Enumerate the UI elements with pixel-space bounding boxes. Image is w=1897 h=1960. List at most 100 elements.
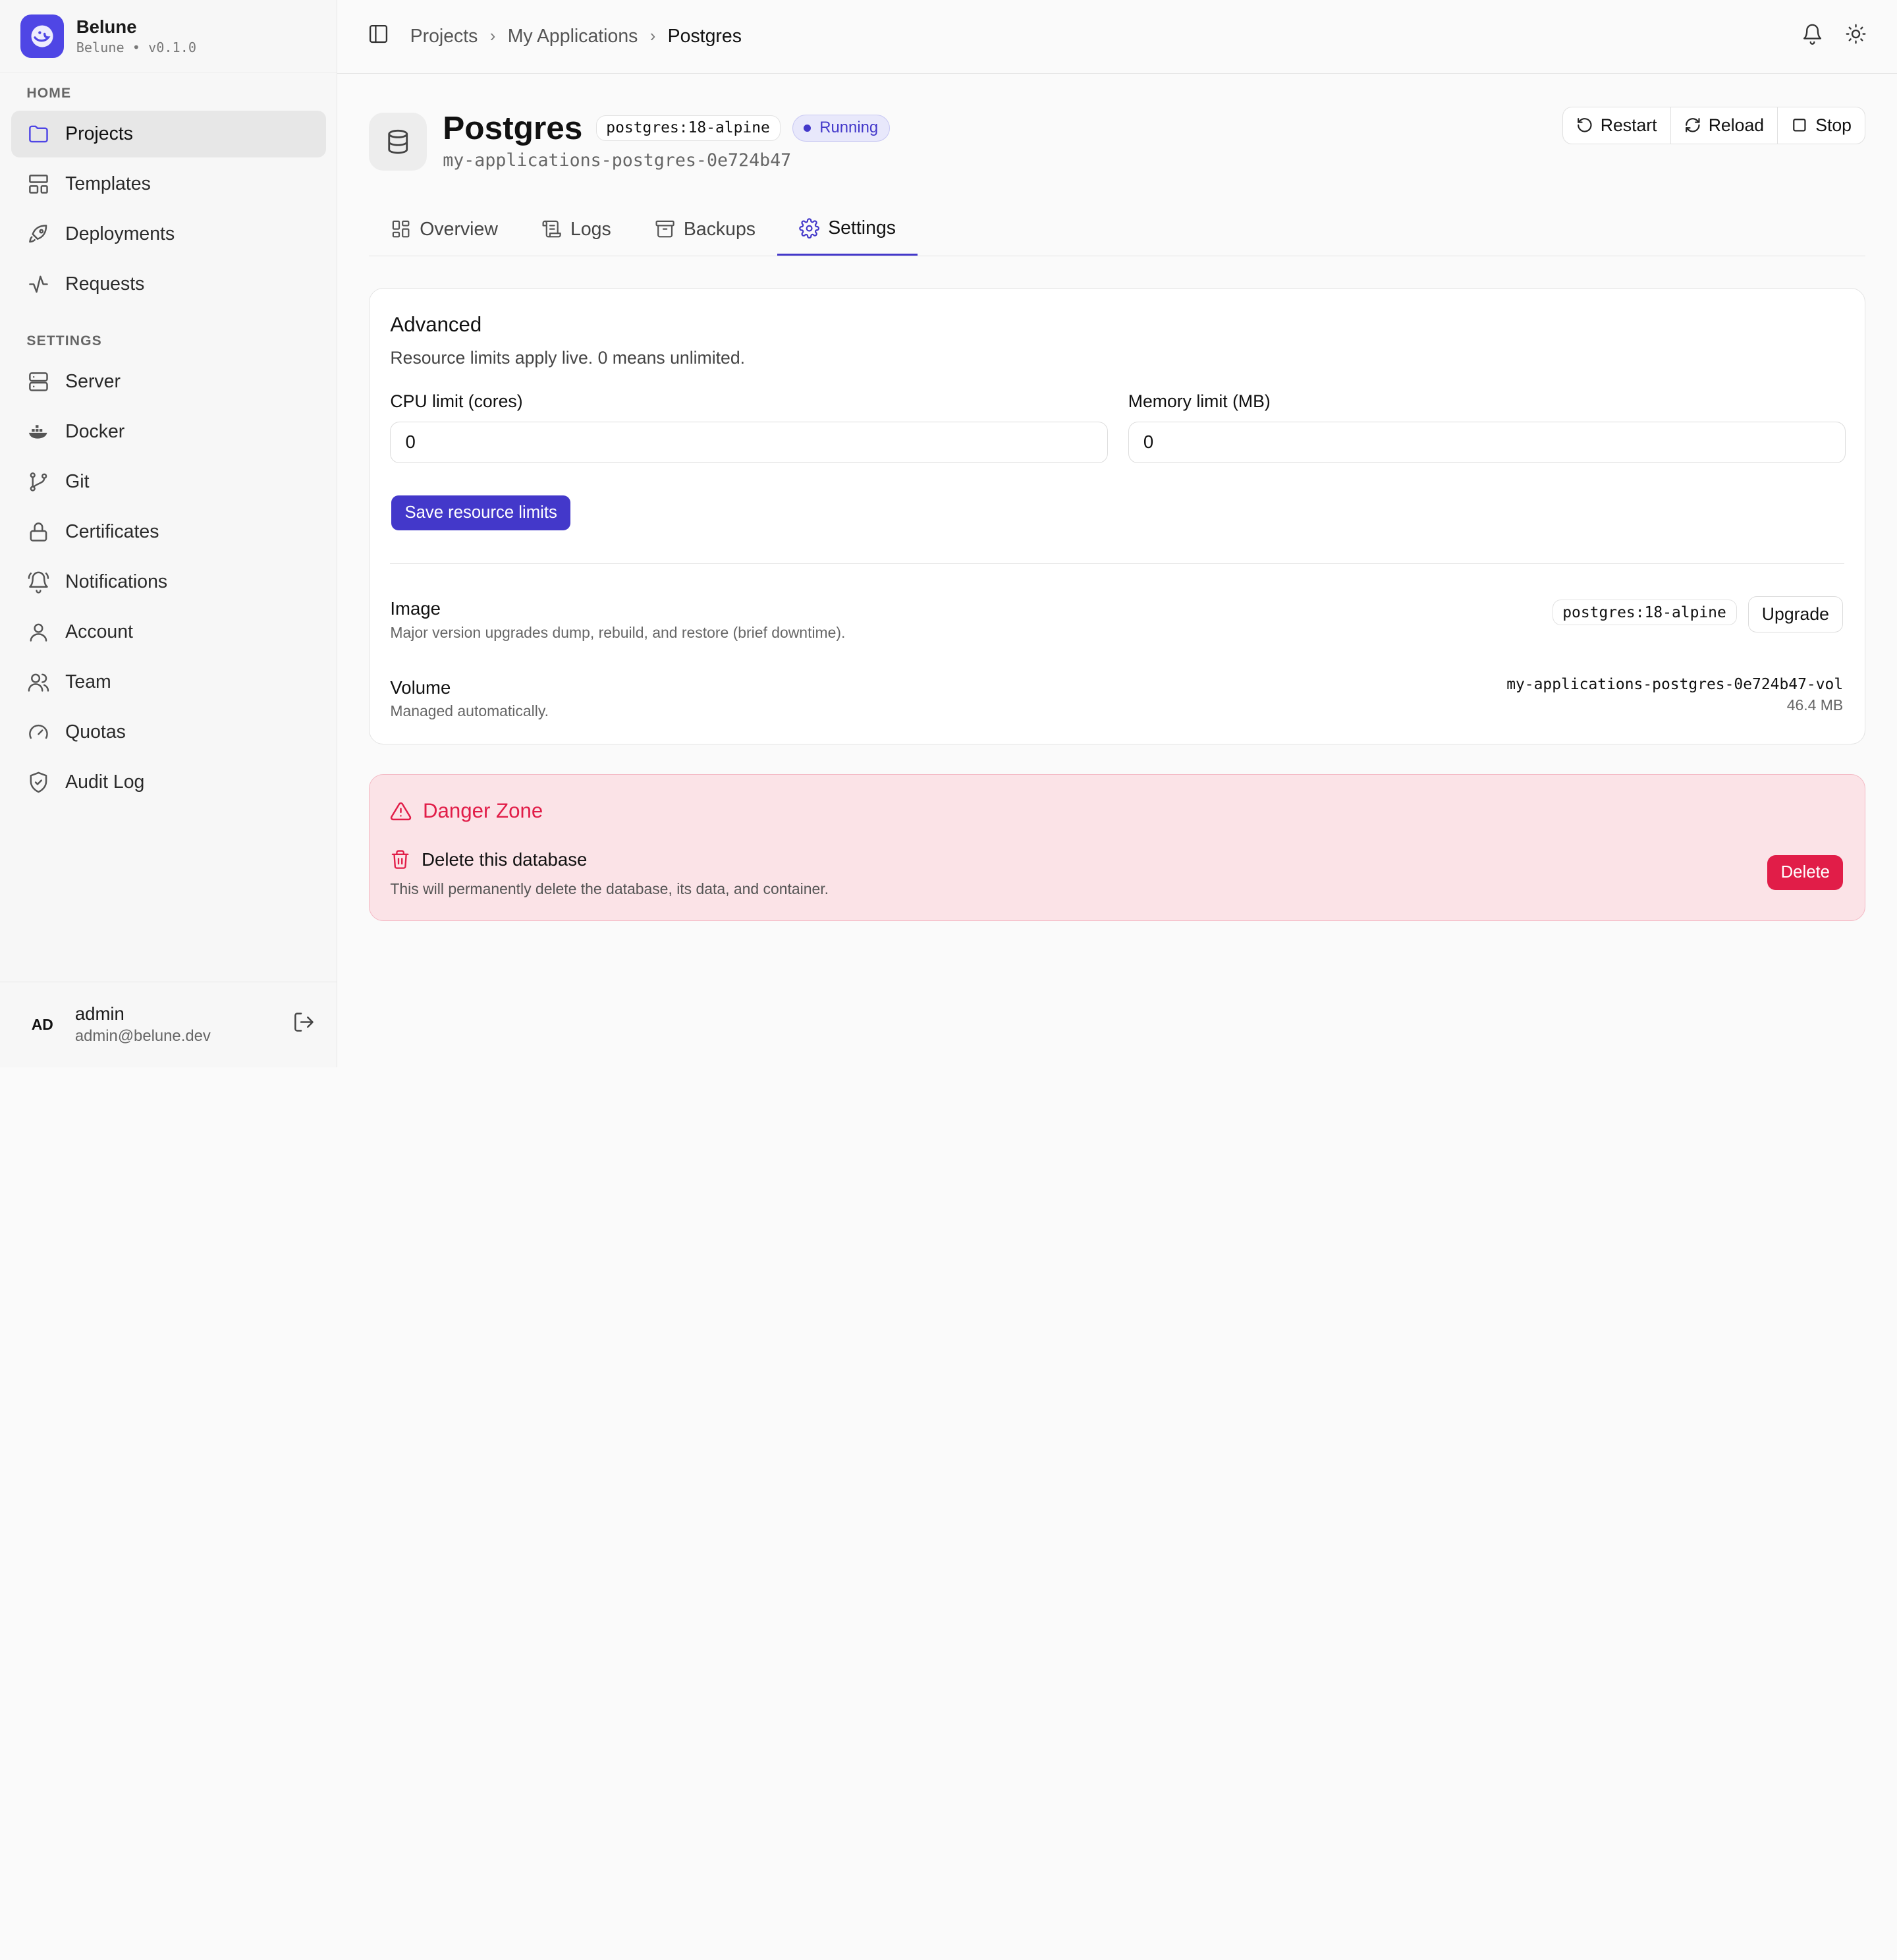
action-group: Restart Reload Stop <box>1562 106 1866 144</box>
sidebar-item-label: Git <box>65 470 90 492</box>
cpu-limit-input[interactable]: 0 <box>390 422 1108 463</box>
advanced-title: Advanced <box>390 312 482 336</box>
user-email: admin@belune.dev <box>74 1027 211 1046</box>
sidebar-toggle-icon[interactable] <box>368 23 389 50</box>
breadcrumb-my-applications[interactable]: My Applications <box>508 26 638 47</box>
status-text: Running <box>819 119 879 137</box>
rocket-icon <box>26 222 51 246</box>
service-slug: my-applications-postgres-0e724b47 <box>443 150 792 171</box>
chevron-right-icon: › <box>489 27 496 46</box>
layout-template-icon <box>26 172 51 196</box>
topbar: Projects › My Applications › Postgres <box>337 0 1897 74</box>
delete-button[interactable]: Delete <box>1767 854 1844 890</box>
advanced-card: Advanced Resource limits apply live. 0 m… <box>369 288 1866 744</box>
git-branch-icon <box>26 470 51 494</box>
advanced-description: Resource limits apply live. 0 means unli… <box>390 348 746 368</box>
breadcrumb: Projects › My Applications › Postgres <box>410 26 742 47</box>
trash-icon <box>392 850 409 869</box>
sidebar-item-templates[interactable]: Templates <box>11 161 326 208</box>
sidebar-item-label: Quotas <box>65 721 126 742</box>
brand-header[interactable]: Belune Belune • v0.1.0 <box>0 0 337 73</box>
sidebar-item-requests[interactable]: Requests <box>11 261 326 308</box>
cpu-limit-label: CPU limit (cores) <box>390 391 523 412</box>
image-title: Image <box>390 598 441 619</box>
sidebar: Belune Belune • v0.1.0 HOME Projects Tem… <box>0 0 338 1067</box>
bell-ring-icon <box>26 570 51 594</box>
logout-icon[interactable] <box>292 1011 316 1039</box>
database-icon <box>369 112 427 171</box>
sidebar-item-label: Account <box>65 621 133 642</box>
users-icon <box>26 670 51 694</box>
tab-backups[interactable]: Backups <box>633 204 777 256</box>
layout-grid-icon <box>393 221 410 238</box>
sidebar-item-team[interactable]: Team <box>11 659 326 706</box>
sidebar-item-git[interactable]: Git <box>11 459 326 506</box>
memory-limit-input[interactable]: 0 <box>1128 422 1846 463</box>
divider <box>390 563 1844 564</box>
archive-icon <box>655 221 674 238</box>
sidebar-item-server[interactable]: Server <box>11 358 326 405</box>
sidebar-item-label: Certificates <box>65 520 159 542</box>
activity-icon <box>26 272 51 296</box>
status-dot <box>804 124 811 132</box>
nav-section-settings: SETTINGS <box>26 333 102 349</box>
image-description: Major version upgrades dump, rebuild, an… <box>390 623 846 641</box>
nav-section-home: HOME <box>26 86 72 101</box>
user-name: admin <box>74 1003 124 1024</box>
reload-button[interactable]: Reload <box>1671 107 1778 144</box>
sidebar-item-notifications[interactable]: Notifications <box>11 559 326 606</box>
avatar[interactable]: AD <box>22 1004 63 1045</box>
delete-database-title: Delete this database <box>390 849 587 870</box>
sidebar-item-label: Projects <box>65 123 133 144</box>
sidebar-item-audit-log[interactable]: Audit Log <box>11 759 326 806</box>
sidebar-item-projects[interactable]: Projects <box>11 110 326 158</box>
bell-icon[interactable] <box>1801 23 1823 50</box>
sidebar-item-label: Team <box>65 671 111 692</box>
whale-logo-icon <box>20 14 65 58</box>
sidebar-item-label: Requests <box>65 273 145 295</box>
sidebar-item-label: Notifications <box>65 571 168 592</box>
sidebar-item-quotas[interactable]: Quotas <box>11 709 326 756</box>
gear-icon <box>799 218 820 238</box>
sun-icon[interactable] <box>1845 23 1867 50</box>
user-icon <box>26 620 51 644</box>
volume-size: 46.4 MB <box>1786 696 1844 714</box>
sidebar-item-label: Server <box>65 370 121 392</box>
gauge-icon <box>26 720 51 744</box>
refresh-icon <box>1686 118 1700 132</box>
sidebar-item-account[interactable]: Account <box>11 609 326 656</box>
tab-logs[interactable]: Logs <box>520 204 633 256</box>
sidebar-item-certificates[interactable]: Certificates <box>11 509 326 556</box>
image-tag: postgres:18-alpine <box>595 115 781 141</box>
volume-title: Volume <box>390 677 451 698</box>
sidebar-item-label: Templates <box>65 173 151 194</box>
server-icon <box>26 370 51 394</box>
sidebar-item-docker[interactable]: Docker <box>11 408 326 456</box>
memory-limit-label: Memory limit (MB) <box>1128 391 1271 412</box>
square-icon <box>1793 119 1806 132</box>
folder-icon <box>26 122 51 146</box>
restart-button[interactable]: Restart <box>1563 107 1671 144</box>
user-panel: AD admin admin@belune.dev <box>0 981 337 1067</box>
sidebar-item-label: Audit Log <box>65 771 145 793</box>
tab-overview[interactable]: Overview <box>369 204 520 256</box>
sidebar-item-label: Deployments <box>65 223 175 244</box>
save-resource-limits-button[interactable]: Save resource limits <box>391 495 571 531</box>
sidebar-item-deployments[interactable]: Deployments <box>11 211 326 258</box>
volume-description: Managed automatically. <box>390 702 549 720</box>
tab-bar: Overview Logs Backups Settings <box>369 204 1866 257</box>
page-title: Postgres <box>443 109 583 147</box>
main-content: Projects › My Applications › Postgres Po… <box>337 0 1897 1067</box>
stop-button[interactable]: Stop <box>1778 107 1865 144</box>
image-version-tag: postgres:18-alpine <box>1552 600 1737 626</box>
docker-icon <box>26 420 51 444</box>
rotate-ccw-icon <box>1578 118 1592 132</box>
alert-triangle-icon <box>391 802 412 820</box>
breadcrumb-current: Postgres <box>667 26 742 47</box>
status-badge: Running <box>792 114 890 142</box>
upgrade-button[interactable]: Upgrade <box>1747 596 1844 632</box>
breadcrumb-projects[interactable]: Projects <box>410 26 478 47</box>
tab-settings[interactable]: Settings <box>777 204 918 256</box>
lock-icon <box>26 520 51 544</box>
danger-zone-card: Danger Zone Delete this database This wi… <box>369 774 1866 921</box>
